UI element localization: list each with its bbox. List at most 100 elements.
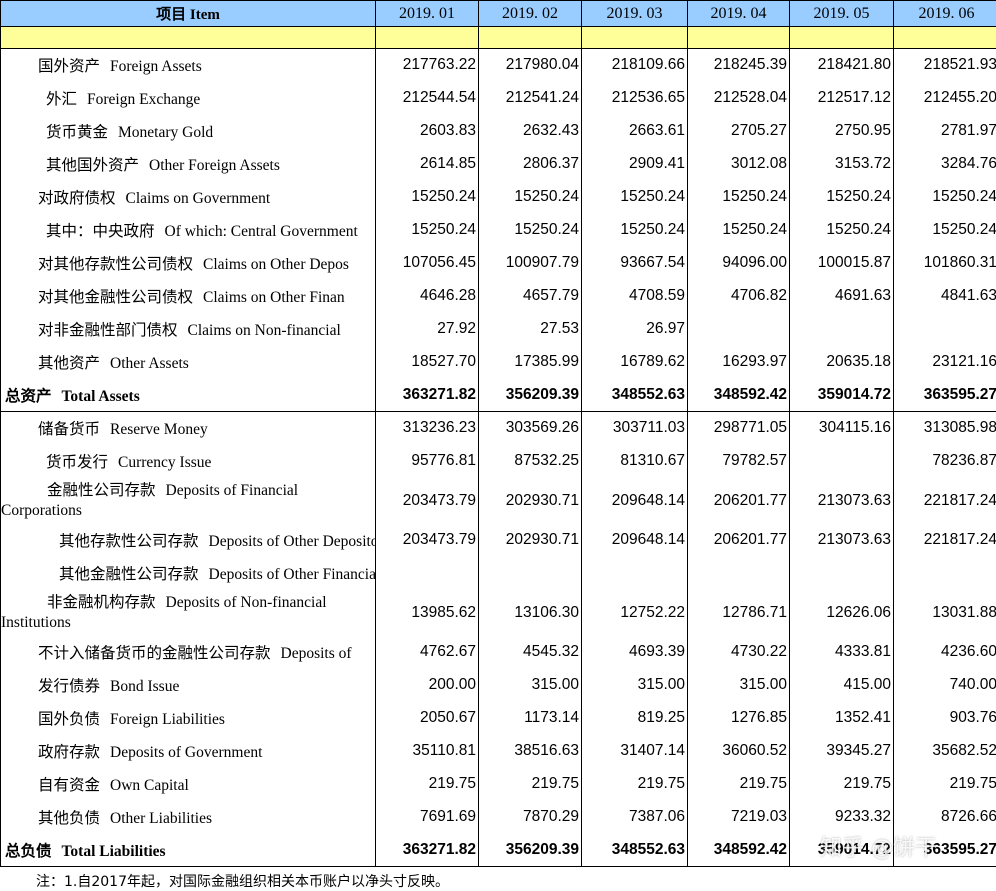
row-label-zh: 总负债 <box>5 843 52 860</box>
value-cell: 2705.27 <box>688 115 790 148</box>
column-header-month: 2019. 05 <box>790 1 894 27</box>
value-cell: 219.75 <box>582 768 688 801</box>
row-label-zh: 国外资产 <box>38 58 100 75</box>
value-cell: 1276.85 <box>688 702 790 735</box>
table-row: 其他负债Other Liabilities7691.697870.297387.… <box>1 801 996 834</box>
table-row: 对政府债权Claims on Government15250.2415250.2… <box>1 181 996 214</box>
value-cell: 79782.57 <box>688 445 790 478</box>
row-label: 不计入储备货币的金融性公司存款Deposits of <box>1 636 376 669</box>
value-cell: 218245.39 <box>688 49 790 82</box>
table-row: 其他资产Other Assets18527.7017385.9916789.62… <box>1 346 996 379</box>
row-label: 总资产 Total Assets <box>1 379 376 412</box>
value-cell: 356209.39 <box>479 834 582 867</box>
row-label: 其他存款性公司存款Deposits of Other Depository <box>1 524 376 557</box>
value-cell: 9233.32 <box>790 801 894 834</box>
row-label-en: Own Capital <box>110 777 189 794</box>
value-cell: 15250.24 <box>582 181 688 214</box>
value-cell: 221817.24 <box>894 524 996 557</box>
value-cell: 93667.54 <box>582 247 688 280</box>
table-row: 其中：中央政府Of which: Central Government15250… <box>1 214 996 247</box>
row-label-en: Claims on Other Depos <box>203 256 349 273</box>
row-label-en: Currency Issue <box>118 454 211 471</box>
row-label-zh: 其他负债 <box>38 810 100 827</box>
value-cell <box>688 557 790 590</box>
value-cell: 4841.63 <box>894 280 996 313</box>
value-cell: 26.97 <box>582 313 688 346</box>
value-cell: 15250.24 <box>790 181 894 214</box>
table-row: 对其他存款性公司债权Claims on Other Depos107056.45… <box>1 247 996 280</box>
value-cell <box>790 445 894 478</box>
total-row: 总负债Total Liabilities363271.82356209.3934… <box>1 834 996 867</box>
value-cell: 213073.63 <box>790 478 894 524</box>
value-cell: 315.00 <box>582 669 688 702</box>
row-label-zh: 金融性公司存款 <box>47 482 156 499</box>
value-cell: 218109.66 <box>582 49 688 82</box>
table-row: 储备货币Reserve Money313236.23303569.2630371… <box>1 412 996 445</box>
row-label-zh: 对其他金融性公司债权 <box>38 289 193 306</box>
value-cell: 356209.39 <box>479 379 582 412</box>
value-cell: 217763.22 <box>376 49 479 82</box>
row-label-zh: 储备货币 <box>38 421 100 438</box>
row-label: 储备货币 Reserve Money <box>1 412 376 445</box>
value-cell: 15250.24 <box>688 214 790 247</box>
value-cell: 7870.29 <box>479 801 582 834</box>
value-cell: 13031.88 <box>894 590 996 636</box>
value-cell: 4646.28 <box>376 280 479 313</box>
value-cell: 15250.24 <box>376 181 479 214</box>
value-cell: 15250.24 <box>688 181 790 214</box>
value-cell: 1352.41 <box>790 702 894 735</box>
table-row: 其他金融性公司存款 Deposits of Other Financial <box>1 557 996 590</box>
row-label-en: Deposits of Other Financial <box>209 566 376 583</box>
value-cell: 4545.32 <box>479 636 582 669</box>
value-cell: 27.53 <box>479 313 582 346</box>
row-label-en: Deposits of Non-financial <box>166 594 327 611</box>
value-cell: 415.00 <box>790 669 894 702</box>
value-cell: 212544.54 <box>376 82 479 115</box>
table-row: 货币黄金Monetary Gold2603.832632.432663.6127… <box>1 115 996 148</box>
value-cell: 303569.26 <box>479 412 582 445</box>
column-header-month: 2019. 02 <box>479 1 582 27</box>
row-label-en: Total Assets <box>62 388 140 405</box>
value-cell: 15250.24 <box>479 214 582 247</box>
row-label-zh: 其他资产 <box>38 355 100 372</box>
value-cell: 17385.99 <box>479 346 582 379</box>
row-label-zh: 总资产 <box>5 388 52 405</box>
row-label-en: Claims on Government <box>126 190 271 207</box>
value-cell: 217980.04 <box>479 49 582 82</box>
value-cell: 200.00 <box>376 669 479 702</box>
row-label-zh: 对其他存款性公司债权 <box>38 256 193 273</box>
value-cell: 3284.76 <box>894 148 996 181</box>
value-cell: 348592.42 <box>688 379 790 412</box>
row-label: 发行债券Bond Issue <box>1 669 376 702</box>
row-label: 自有资金Own Capital <box>1 768 376 801</box>
value-cell: 209648.14 <box>582 478 688 524</box>
value-cell: 212536.65 <box>582 82 688 115</box>
table-row: 发行债券Bond Issue200.00315.00315.00315.0041… <box>1 669 996 702</box>
value-cell: 4657.79 <box>479 280 582 313</box>
row-label-en: Claims on Non-financial <box>188 322 341 339</box>
row-label-en: Deposits of Other Depository <box>209 533 376 550</box>
value-cell: 15250.24 <box>479 181 582 214</box>
value-cell: 12752.22 <box>582 590 688 636</box>
value-cell: 4693.39 <box>582 636 688 669</box>
row-label-zh: 发行债券 <box>38 678 100 695</box>
value-cell: 35110.81 <box>376 735 479 768</box>
value-cell: 23121.16 <box>894 346 996 379</box>
row-label: 其他负债Other Liabilities <box>1 801 376 834</box>
value-cell: 219.75 <box>688 768 790 801</box>
value-cell: 363595.27 <box>894 379 996 412</box>
value-cell <box>479 557 582 590</box>
value-cell: 202930.71 <box>479 478 582 524</box>
row-label: 货币黄金Monetary Gold <box>1 115 376 148</box>
row-label: 非金融机构存款Deposits of Non-financialInstitut… <box>1 590 376 636</box>
value-cell: 13106.30 <box>479 590 582 636</box>
row-label-en: Reserve Money <box>110 421 208 438</box>
row-label: 货币发行Currency Issue <box>1 445 376 478</box>
value-cell: 218421.80 <box>790 49 894 82</box>
value-cell <box>790 557 894 590</box>
value-cell: 303711.03 <box>582 412 688 445</box>
value-cell: 4691.63 <box>790 280 894 313</box>
row-label-en-continued: Corporations <box>1 502 82 519</box>
value-cell: 39345.27 <box>790 735 894 768</box>
row-label-zh: 其他金融性公司存款 <box>59 566 199 583</box>
